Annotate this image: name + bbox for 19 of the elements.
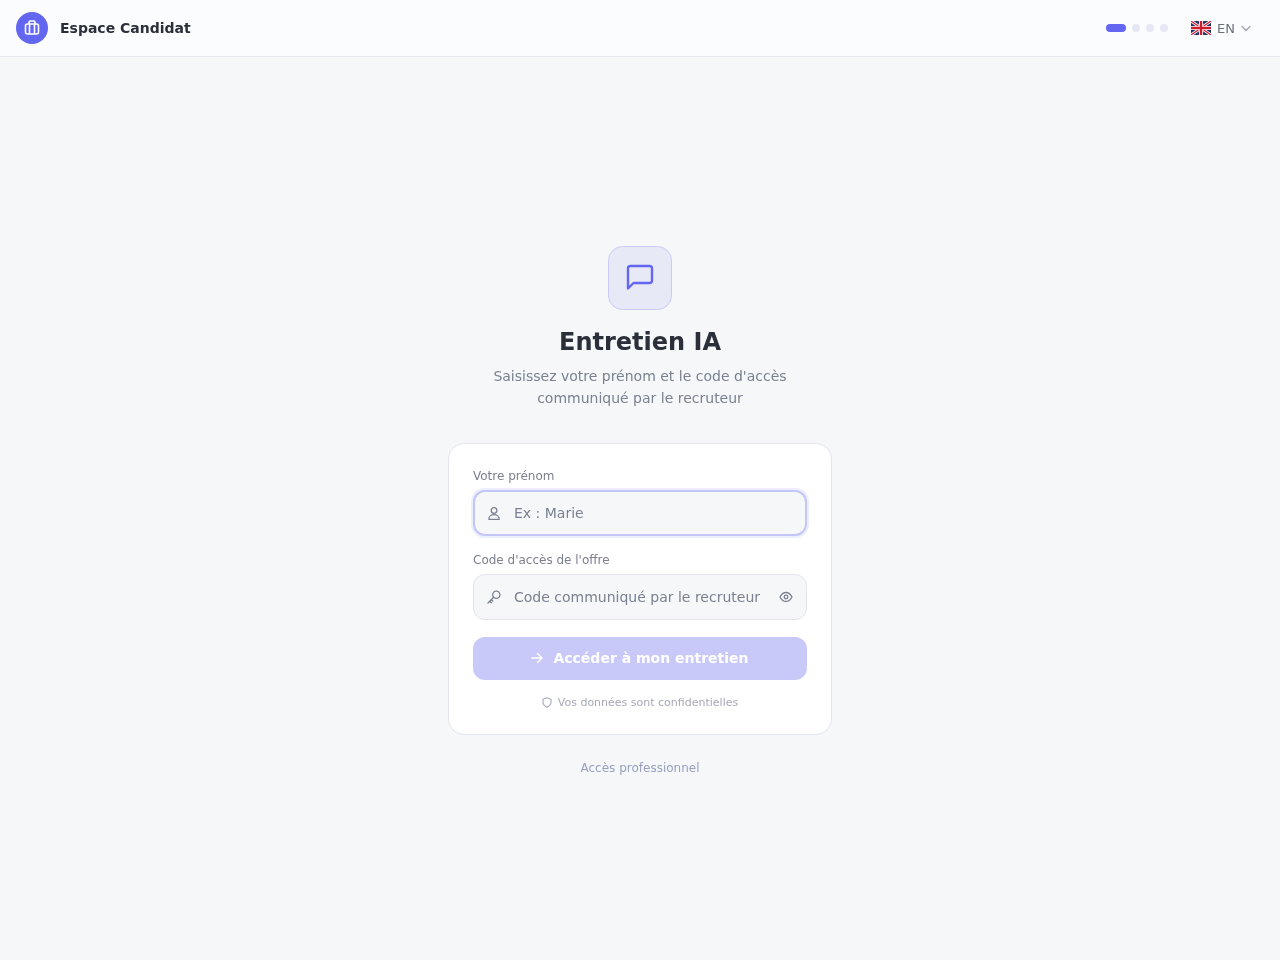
professional-access-link[interactable]: Accès professionnel xyxy=(580,759,700,776)
user-icon xyxy=(487,505,501,520)
key-icon xyxy=(487,589,501,604)
field-label: Code d'accès de l'offre xyxy=(473,551,611,568)
access-code-field[interactable]: Code communiqué par le recruteur xyxy=(473,573,807,620)
first-name-field[interactable]: Ex : Marie xyxy=(473,489,807,536)
eye-icon[interactable] xyxy=(779,590,793,603)
app-title: Espace Candidat xyxy=(60,18,191,38)
briefcase-icon xyxy=(16,12,48,44)
page-title: Entretien IA xyxy=(559,327,721,357)
shield-icon xyxy=(541,697,552,708)
privacy-note: Vos données sont confidentielles xyxy=(557,695,739,710)
arrow-right-icon xyxy=(531,652,544,664)
flag-icon xyxy=(1191,21,1212,35)
page-subtitle: Saisissez votre prénom et le code d'accès communiqué par le recruteur xyxy=(492,366,788,408)
field-label: Votre prénom xyxy=(473,467,556,484)
chat-icon xyxy=(608,245,672,310)
language-selector[interactable]: EN xyxy=(1186,17,1256,39)
chevron-down-icon xyxy=(1241,24,1251,32)
